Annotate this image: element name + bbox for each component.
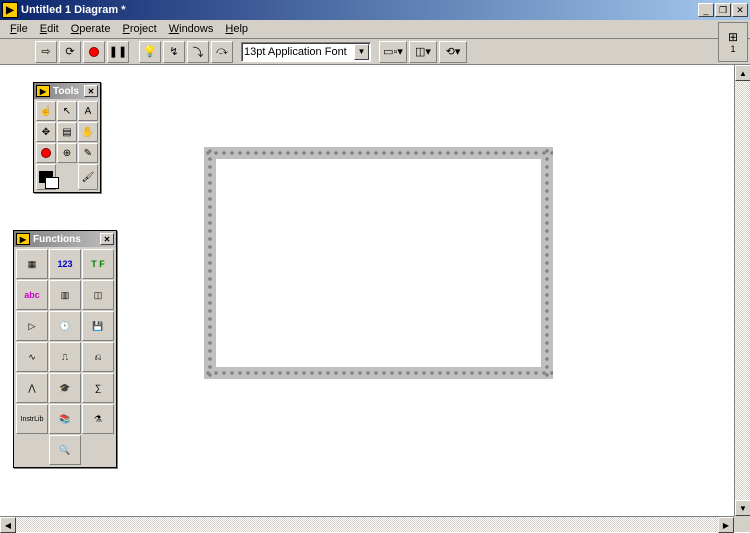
- retain-wire-button[interactable]: ↯: [163, 41, 185, 63]
- functions-palette-title: Functions: [33, 234, 100, 245]
- tools-palette[interactable]: ▶ Tools ✕ ☝ ↖ A ✥ ▤ ✋ ⊕ ✎ 🖌: [33, 82, 101, 193]
- func-instrlib[interactable]: InstrLib: [16, 404, 48, 434]
- step-into-button[interactable]: ⤵: [187, 41, 209, 63]
- object-popup-tool[interactable]: ▤: [57, 122, 77, 142]
- menu-file[interactable]: File: [4, 21, 34, 37]
- menu-operate[interactable]: Operate: [65, 21, 117, 37]
- probe-tool[interactable]: ⊕: [57, 143, 77, 163]
- functions-palette[interactable]: ▶ Functions ✕ ▦ 123 T F abc ▥ ◫ ▷ 🕒 💾 ∿ …: [13, 230, 117, 468]
- window-title: Untitled 1 Diagram *: [21, 4, 698, 16]
- palette-icon: ▶: [36, 85, 50, 97]
- scroll-right-button[interactable]: ▶: [718, 517, 734, 533]
- font-select[interactable]: 13pt Application Font ▼: [241, 42, 371, 62]
- app-icon: ▶: [2, 2, 18, 18]
- run-button[interactable]: ⇨: [35, 41, 57, 63]
- func-signal[interactable]: ⋀: [16, 373, 48, 403]
- text-tool[interactable]: A: [78, 101, 98, 121]
- menu-help[interactable]: Help: [219, 21, 254, 37]
- color-tool[interactable]: [36, 164, 56, 190]
- indicator-label: 1: [730, 44, 735, 54]
- menu-windows[interactable]: Windows: [163, 21, 220, 37]
- vertical-scrollbar[interactable]: ▲ ▼: [734, 65, 750, 516]
- palette-icon: ▶: [16, 233, 30, 245]
- tools-palette-close[interactable]: ✕: [84, 85, 98, 97]
- scroll-corner: [734, 516, 750, 532]
- restore-button[interactable]: ❐: [715, 3, 731, 17]
- scroll-track[interactable]: [735, 81, 750, 500]
- func-analysis[interactable]: ⎍: [49, 342, 81, 372]
- sequence-structure[interactable]: [204, 147, 553, 379]
- toolbar: ⇨ ⟳ ❚❚ 💡 ↯ ⤵ ⤼ 13pt Application Font ▼ ▭…: [0, 39, 750, 65]
- func-fileio[interactable]: 💾: [82, 311, 114, 341]
- tools-palette-title: Tools: [53, 86, 84, 97]
- highlight-button[interactable]: 💡: [139, 41, 161, 63]
- distribute-button[interactable]: ◫▾: [409, 41, 437, 63]
- func-user[interactable]: ⚗: [82, 404, 114, 434]
- functions-palette-titlebar[interactable]: ▶ Functions ✕: [14, 231, 116, 247]
- context-help-indicator[interactable]: ⊞ 1: [718, 22, 748, 62]
- close-button[interactable]: ✕: [732, 3, 748, 17]
- functions-palette-close[interactable]: ✕: [100, 233, 114, 245]
- abort-button[interactable]: [83, 41, 105, 63]
- reorder-button[interactable]: ⟲▾: [439, 41, 467, 63]
- tools-palette-titlebar[interactable]: ▶ Tools ✕: [34, 83, 100, 99]
- scroll-down-button[interactable]: ▼: [735, 500, 750, 516]
- breakpoint-icon: [41, 148, 51, 158]
- func-array[interactable]: ▥: [49, 280, 81, 310]
- func-waveform[interactable]: ∿: [16, 342, 48, 372]
- func-string[interactable]: abc: [16, 280, 48, 310]
- align-button[interactable]: ▭▫▾: [379, 41, 407, 63]
- wiring-tool[interactable]: ✥: [36, 122, 56, 142]
- workspace[interactable]: ▶ Tools ✕ ☝ ↖ A ✥ ▤ ✋ ⊕ ✎ 🖌 ▶ Functions …: [0, 65, 734, 516]
- minimize-button[interactable]: _: [698, 3, 714, 17]
- menubar: File Edit Operate Project Windows Help: [0, 20, 750, 39]
- color-copy-tool[interactable]: ✎: [78, 143, 98, 163]
- scroll-up-button[interactable]: ▲: [735, 65, 750, 81]
- func-comparison[interactable]: ▷: [16, 311, 48, 341]
- menu-edit[interactable]: Edit: [34, 21, 65, 37]
- func-structures[interactable]: ▦: [16, 249, 48, 279]
- pause-button[interactable]: ❚❚: [107, 41, 129, 63]
- func-numeric[interactable]: 123: [49, 249, 81, 279]
- operate-tool[interactable]: ☝: [36, 101, 56, 121]
- func-libraries[interactable]: 📚: [49, 404, 81, 434]
- paint-tool[interactable]: 🖌: [78, 164, 98, 190]
- scroll-left-button[interactable]: ◀: [0, 517, 16, 533]
- func-cluster[interactable]: ◫: [82, 280, 114, 310]
- func-math[interactable]: ∑: [82, 373, 114, 403]
- menu-project[interactable]: Project: [116, 21, 162, 37]
- func-daq[interactable]: ⎌: [82, 342, 114, 372]
- func-time[interactable]: 🕒: [49, 311, 81, 341]
- func-motion[interactable]: 🎓: [49, 373, 81, 403]
- scroll-tool[interactable]: ✋: [78, 122, 98, 142]
- horizontal-scrollbar[interactable]: ◀ ▶: [0, 516, 734, 532]
- position-tool[interactable]: ↖: [57, 101, 77, 121]
- abort-icon: [89, 47, 99, 57]
- breakpoint-tool[interactable]: [36, 143, 56, 163]
- scroll-track[interactable]: [16, 517, 718, 532]
- run-continuous-button[interactable]: ⟳: [59, 41, 81, 63]
- dropdown-arrow-icon: ▼: [354, 44, 369, 60]
- titlebar: ▶ Untitled 1 Diagram * _ ❐ ✕: [0, 0, 750, 20]
- func-boolean[interactable]: T F: [82, 249, 114, 279]
- func-search[interactable]: 🔍: [49, 435, 81, 465]
- font-label: 13pt Application Font: [244, 46, 347, 58]
- step-over-button[interactable]: ⤼: [211, 41, 233, 63]
